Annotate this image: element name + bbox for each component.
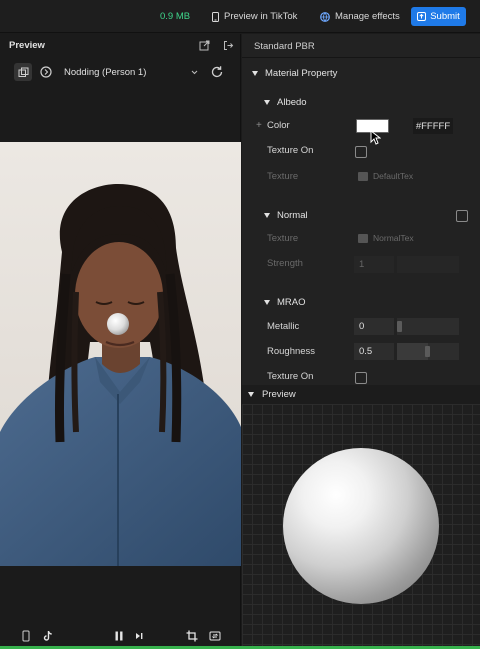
normal-section-toggle[interactable]: Normal xyxy=(264,210,308,221)
material-preview-viewport[interactable] xyxy=(242,404,480,649)
material-inspector-panel: Standard PBR Material Property Albedo + … xyxy=(242,34,480,649)
layers-icon xyxy=(18,67,28,77)
normal-heading: Normal xyxy=(277,210,308,221)
animation-select[interactable]: Nodding (Person 1) xyxy=(58,63,204,81)
phone-icon[interactable] xyxy=(20,630,32,642)
camera-mode-button[interactable] xyxy=(14,63,32,81)
person-preview-image xyxy=(0,142,241,566)
phone-icon xyxy=(212,11,219,22)
mrao-heading: MRAO xyxy=(277,297,306,308)
project-size-label: 0.9 MB xyxy=(160,11,191,22)
pause-icon[interactable] xyxy=(113,630,125,642)
normal-texture-label: Texture xyxy=(267,233,299,244)
metallic-field[interactable]: 0 xyxy=(354,318,394,335)
exit-icon[interactable] xyxy=(223,40,234,51)
material-preview-sphere xyxy=(283,448,439,604)
triangle-down-icon xyxy=(264,300,270,305)
albedo-texture-field[interactable]: DefaultTex xyxy=(358,171,413,181)
triangle-down-icon xyxy=(248,392,254,397)
preview-in-tiktok-label: Preview in TikTok xyxy=(224,11,298,22)
metallic-slider[interactable] xyxy=(397,318,459,335)
image-icon xyxy=(358,171,368,181)
submit-label: Submit xyxy=(430,11,460,22)
metallic-slider-thumb[interactable] xyxy=(397,321,402,332)
color-label: Color xyxy=(267,120,290,131)
triangle-down-icon xyxy=(252,71,258,76)
roughness-label: Roughness xyxy=(267,346,316,357)
roughness-slider[interactable] xyxy=(397,343,459,360)
normal-texture-field[interactable]: NormalTex xyxy=(358,233,414,243)
metallic-label: Metallic xyxy=(267,321,300,332)
normal-strength-label: Strength xyxy=(267,258,303,269)
mrao-texture-on-checkbox[interactable] xyxy=(355,372,367,384)
image-icon xyxy=(358,233,368,243)
mouse-cursor-icon xyxy=(370,130,381,145)
preview-in-tiktok-button[interactable]: Preview in TikTok xyxy=(212,7,297,26)
camera-preview-video xyxy=(0,142,241,566)
record-mode-icon[interactable] xyxy=(40,66,52,78)
roughness-field[interactable]: 0.5 xyxy=(354,343,394,360)
roughness-slider-fill xyxy=(397,343,428,360)
albedo-texture-on-checkbox[interactable] xyxy=(355,146,367,158)
refresh-icon[interactable] xyxy=(210,65,224,79)
switch-camera-icon[interactable] xyxy=(209,630,221,642)
material-property-section-toggle[interactable]: Material Property xyxy=(252,68,337,79)
crop-icon[interactable] xyxy=(186,630,198,642)
albedo-section-toggle[interactable]: Albedo xyxy=(264,97,307,108)
title-divider xyxy=(242,57,480,58)
triangle-down-icon xyxy=(264,213,270,218)
submit-button[interactable]: Submit xyxy=(411,7,466,26)
manage-effects-label: Manage effects xyxy=(335,11,400,22)
mrao-section-toggle[interactable]: MRAO xyxy=(264,297,306,308)
step-forward-icon[interactable] xyxy=(133,630,145,642)
top-toolbar: 0.9 MB Preview in TikTok Manage effects … xyxy=(0,0,480,33)
triangle-down-icon xyxy=(264,100,270,105)
preview-panel-title: Preview xyxy=(9,40,45,51)
manage-effects-button[interactable]: Manage effects xyxy=(320,7,400,26)
animation-select-value: Nodding (Person 1) xyxy=(64,66,147,78)
material-title: Standard PBR xyxy=(254,41,315,52)
albedo-heading: Albedo xyxy=(277,97,307,108)
normal-texture-value: NormalTex xyxy=(373,233,414,243)
normal-enable-checkbox[interactable] xyxy=(456,210,468,222)
material-preview-section-toggle[interactable]: Preview xyxy=(242,385,480,404)
material-preview-heading: Preview xyxy=(262,389,296,400)
roughness-slider-thumb[interactable] xyxy=(425,346,430,357)
preview-panel: Preview Nodding (Person 1) xyxy=(0,34,241,649)
normal-strength-field[interactable]: 1 xyxy=(354,256,394,273)
albedo-texture-value: DefaultTex xyxy=(373,171,414,181)
albedo-texture-label: Texture xyxy=(267,171,299,182)
material-property-heading: Material Property xyxy=(265,68,338,79)
upload-icon xyxy=(417,12,427,21)
mrao-texture-on-label: Texture On xyxy=(267,371,314,382)
albedo-texture-on-label: Texture On xyxy=(267,145,314,156)
albedo-color-hex-field[interactable]: #FFFFF xyxy=(413,118,453,134)
globe-icon xyxy=(320,11,330,22)
tiktok-icon[interactable] xyxy=(42,630,54,642)
plus-icon: + xyxy=(256,120,262,131)
external-window-icon[interactable] xyxy=(199,40,210,51)
chevron-down-icon xyxy=(191,70,198,74)
normal-strength-slider[interactable] xyxy=(397,256,459,273)
